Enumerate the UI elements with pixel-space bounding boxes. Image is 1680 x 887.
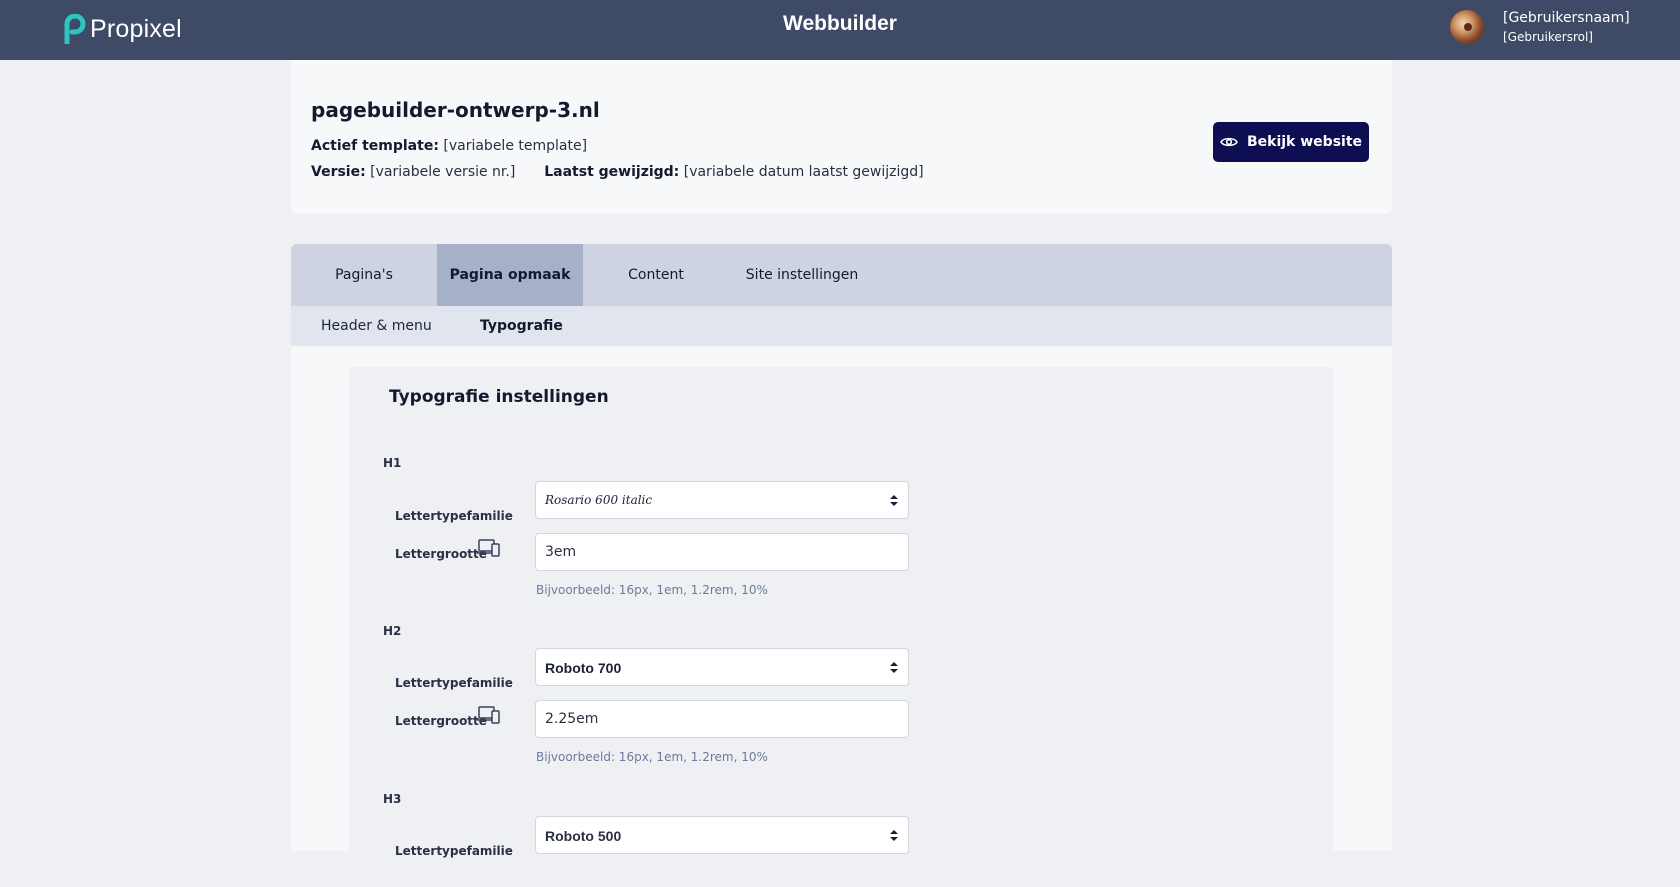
avatar-detail — [1464, 23, 1472, 31]
eye-icon — [1220, 137, 1238, 147]
font-size-label: Lettergrootte — [395, 547, 487, 561]
subtab-typografie[interactable]: Typografie — [480, 306, 563, 346]
subtab-header-menu[interactable]: Header & menu — [321, 306, 432, 346]
view-website-button[interactable]: Bekijk website — [1213, 122, 1369, 162]
select-arrows-icon — [890, 830, 898, 841]
active-template-label: Actief template: — [311, 138, 439, 154]
active-template: Actief template: [variabele template] — [311, 138, 587, 154]
heading-label-h2: H2 — [383, 624, 402, 638]
last-modified-label: Laatst gewijzigd: — [544, 164, 680, 180]
heading-label-h1: H1 — [383, 456, 402, 470]
user-name[interactable]: [Gebruikersnaam] — [1503, 10, 1630, 26]
select-arrows-icon — [890, 495, 898, 506]
site-name: pagebuilder-ontwerp-3.nl — [311, 98, 600, 122]
h1-font-family-select[interactable]: Rosario 600 italic — [535, 481, 909, 519]
active-template-value: [variabele template] — [443, 138, 588, 154]
devices-icon[interactable] — [477, 539, 501, 557]
font-size-hint: Bijvoorbeeld: 16px, 1em, 1.2rem, 10% — [536, 750, 768, 764]
h2-font-size-input[interactable]: 2.25em — [535, 700, 909, 738]
devices-icon[interactable] — [477, 706, 501, 724]
avatar[interactable] — [1450, 10, 1484, 44]
panel-title: Typografie instellingen — [389, 387, 609, 407]
tab-content[interactable]: Content — [583, 244, 729, 306]
top-bar: Propixel Webbuilder [Gebruikersnaam] [Ge… — [0, 0, 1680, 60]
h1-font-family-value: Rosario 600 italic — [545, 493, 653, 507]
view-website-label: Bekijk website — [1246, 134, 1363, 150]
app-title: Webbuilder — [783, 12, 897, 35]
main-tabs: Pagina's Pagina opmaak Content Site inst… — [291, 244, 1392, 306]
select-arrows-icon — [890, 662, 898, 673]
h2-font-family-select[interactable]: Roboto 700 — [535, 648, 909, 686]
font-family-label: Lettertypefamilie — [395, 676, 513, 690]
last-modified-value: [variabele datum laatst gewijzigd] — [683, 164, 924, 180]
site-info-card: pagebuilder-ontwerp-3.nl Actief template… — [291, 60, 1392, 214]
version-info: Versie: [variabele versie nr.] Laatst ge… — [311, 164, 924, 180]
h3-font-family-select[interactable]: Roboto 500 — [535, 816, 909, 854]
version-value: [variabele versie nr.] — [370, 164, 516, 180]
heading-label-h3: H3 — [383, 792, 402, 806]
font-size-hint: Bijvoorbeeld: 16px, 1em, 1.2rem, 10% — [536, 583, 768, 597]
user-role: [Gebruikersrol] — [1503, 30, 1593, 44]
h1-font-size-input[interactable]: 3em — [535, 533, 909, 571]
typography-panel: Typografie instellingen H1 Lettertypefam… — [349, 367, 1333, 887]
h3-font-family-value: Roboto 500 — [545, 828, 622, 844]
font-family-label: Lettertypefamilie — [395, 844, 513, 858]
h2-font-family-value: Roboto 700 — [545, 660, 622, 676]
font-family-label: Lettertypefamilie — [395, 509, 513, 523]
sub-tabs: Header & menu Typografie — [291, 306, 1392, 346]
content-area: Typografie instellingen H1 Lettertypefam… — [291, 346, 1392, 887]
tab-paginas[interactable]: Pagina's — [291, 244, 437, 306]
tab-site-instellingen[interactable]: Site instellingen — [729, 244, 875, 306]
version-label: Versie: — [311, 164, 366, 180]
font-size-label: Lettergrootte — [395, 714, 487, 728]
tab-pagina-opmaak[interactable]: Pagina opmaak — [437, 244, 583, 306]
